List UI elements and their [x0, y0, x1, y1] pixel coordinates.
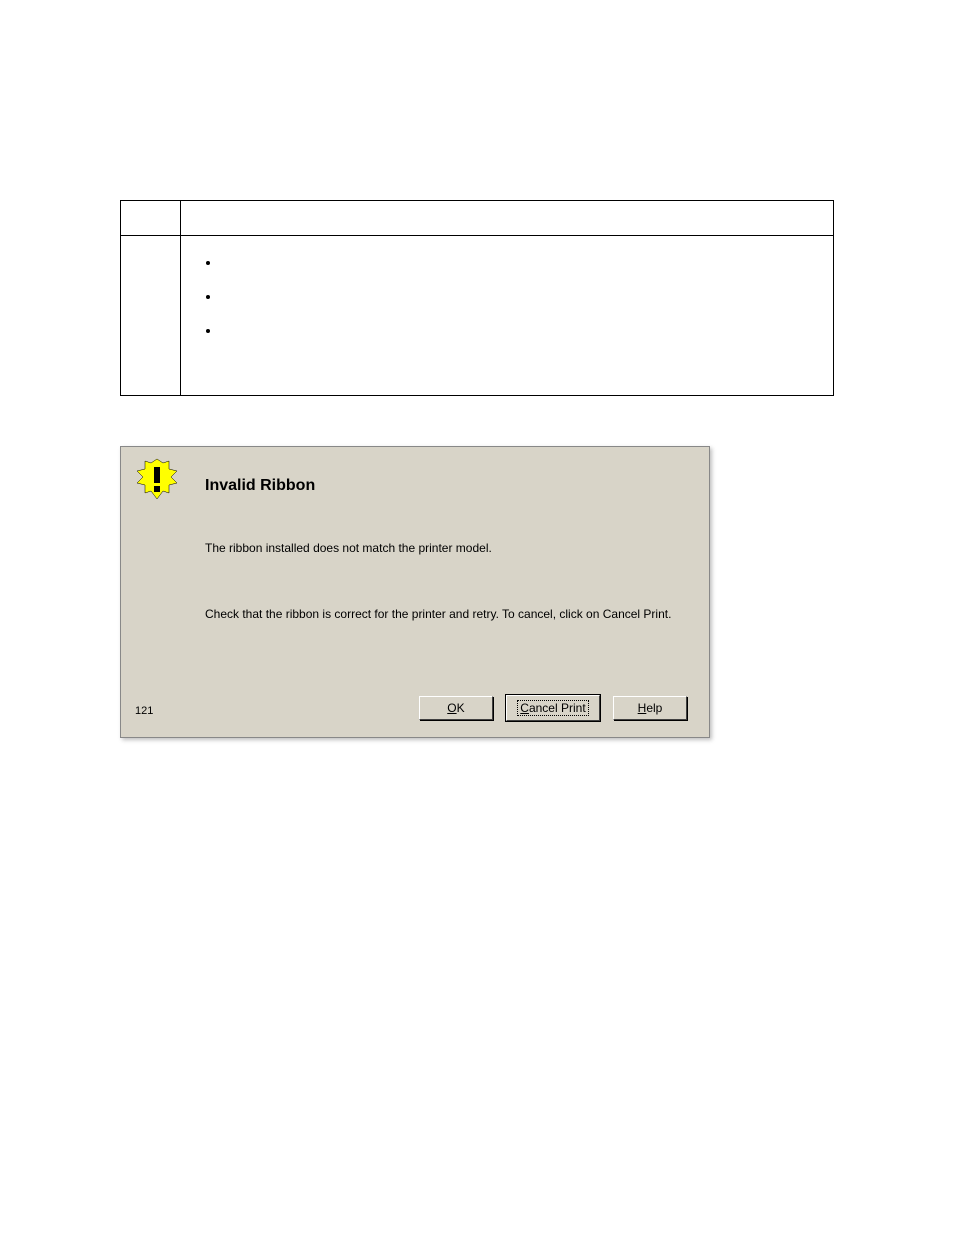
error-code: 121	[135, 705, 153, 717]
dialog-message-1: The ribbon installed does not match the …	[143, 541, 687, 555]
dialog-message-2: Check that the ribbon is correct for the…	[143, 607, 687, 621]
warning-icon	[135, 457, 179, 504]
bullet-list	[191, 254, 823, 356]
list-item	[221, 254, 823, 288]
table-cell-left	[121, 236, 181, 396]
error-dialog: Invalid Ribbon The ribbon installed does…	[120, 446, 710, 738]
table-cell-right	[181, 236, 834, 396]
table-header-left	[121, 201, 181, 236]
ok-button[interactable]: OK	[419, 696, 493, 720]
dialog-title: Invalid Ribbon	[143, 477, 687, 495]
button-row: OK Cancel Print Help	[135, 695, 687, 721]
cancel-print-button[interactable]: Cancel Print	[506, 695, 599, 721]
context-table	[120, 200, 834, 396]
help-button[interactable]: Help	[613, 696, 687, 720]
list-item	[221, 288, 823, 322]
table-header-right	[181, 201, 834, 236]
list-item	[221, 322, 823, 356]
